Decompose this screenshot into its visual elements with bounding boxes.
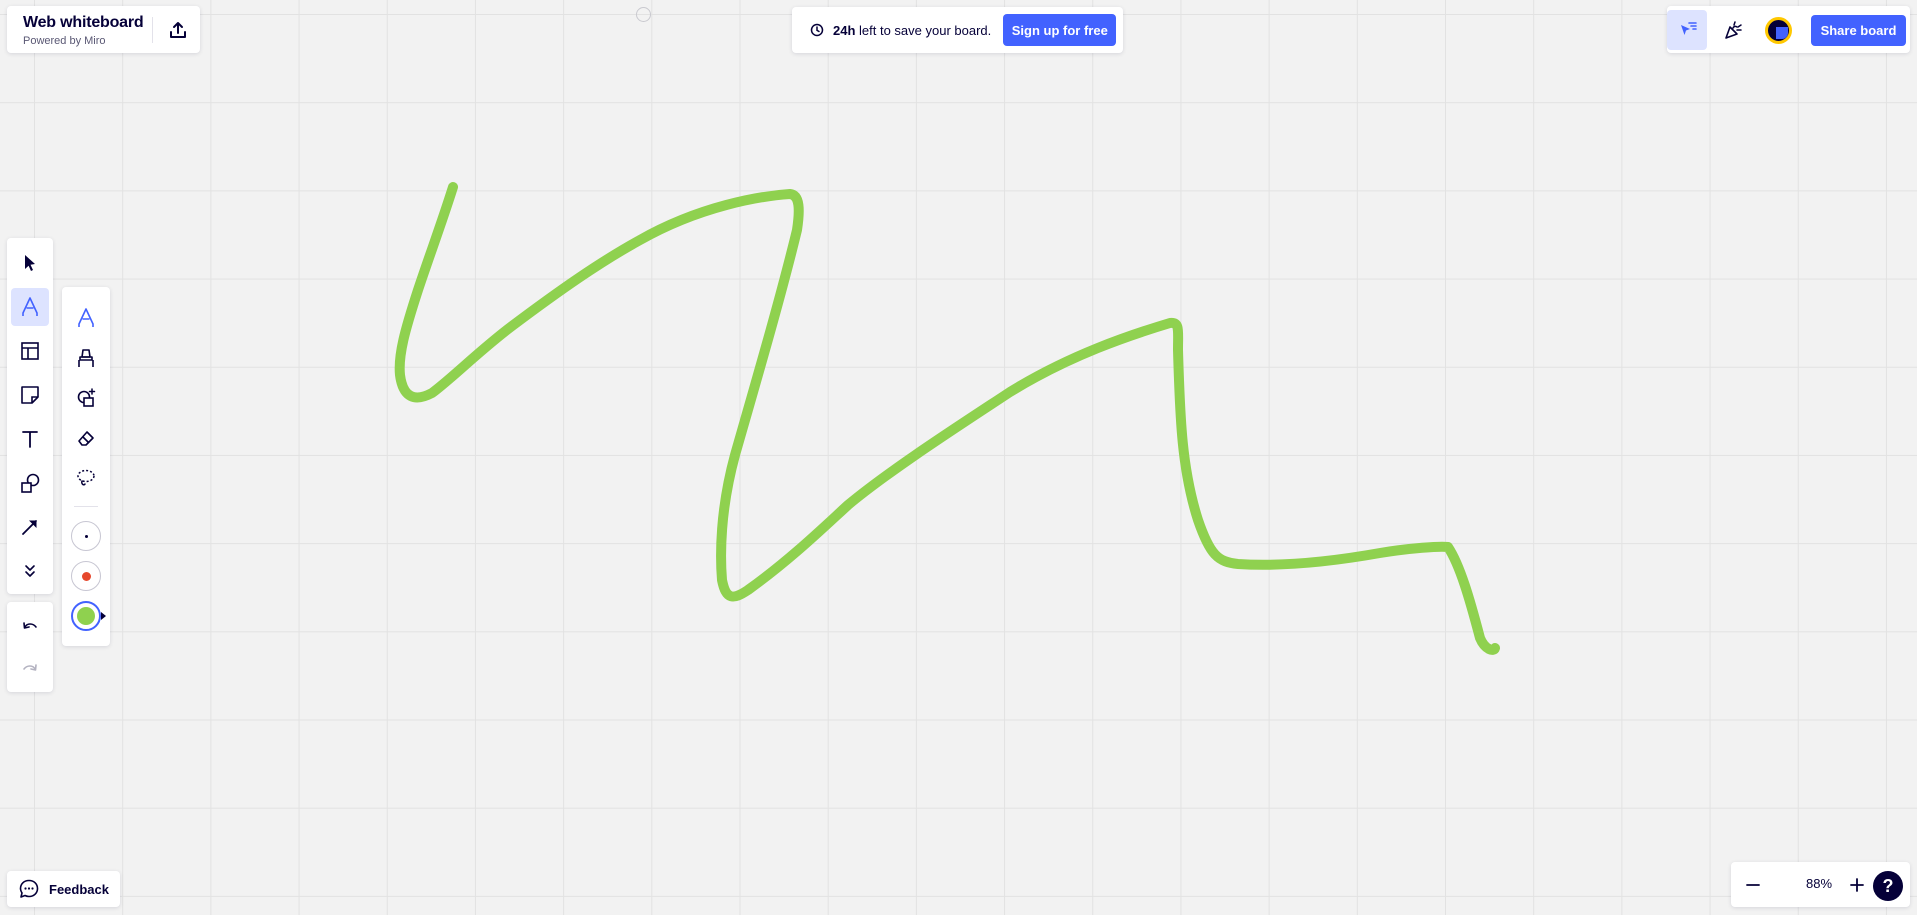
- sign-up-button[interactable]: Sign up for free: [1003, 14, 1117, 46]
- save-message: 24h left to save your board.: [833, 23, 991, 38]
- arrow-icon: [20, 517, 40, 537]
- pen-option[interactable]: [67, 299, 105, 337]
- feedback-icon: [18, 878, 40, 900]
- user-avatar[interactable]: [1765, 17, 1792, 44]
- highlighter-option[interactable]: [67, 339, 105, 377]
- zoom-out-button[interactable]: [1737, 869, 1769, 901]
- help-button[interactable]: ?: [1873, 871, 1903, 901]
- collaborator-cursor-ring: [636, 7, 651, 22]
- celebrate-button[interactable]: [1713, 10, 1753, 50]
- smart-drawing-option[interactable]: [67, 379, 105, 417]
- pen-tool[interactable]: [11, 288, 49, 326]
- shapes-tool[interactable]: [11, 464, 49, 502]
- export-button[interactable]: [163, 15, 193, 45]
- top-right-panel: Share board: [1667, 6, 1910, 53]
- powered-by-label: Powered by Miro: [23, 35, 106, 47]
- select-cursor-icon: [20, 253, 40, 273]
- undo-redo-panel: [7, 602, 53, 692]
- zoom-level[interactable]: 88%: [1795, 876, 1843, 891]
- time-left: 24h: [833, 22, 856, 38]
- save-board-banner: 24h left to save your board. Sign up for…: [792, 7, 1123, 53]
- green-color-dot: [77, 607, 95, 625]
- celebrate-icon: [1722, 19, 1744, 41]
- cursor-filter-icon: [1676, 19, 1698, 41]
- redo-button[interactable]: [11, 650, 49, 688]
- minus-icon: [1745, 877, 1761, 893]
- drawn-green-line: [394, 182, 1500, 655]
- eraser-option[interactable]: [67, 419, 105, 457]
- pen-icon: [76, 307, 96, 329]
- smart-drawing-icon: [75, 387, 97, 409]
- plus-icon: [1849, 877, 1865, 893]
- export-icon: [168, 20, 188, 40]
- chevron-double-down-icon: [22, 563, 38, 579]
- swatch-expand-icon: [100, 611, 108, 621]
- share-board-button[interactable]: Share board: [1811, 15, 1906, 46]
- eraser-icon: [75, 427, 97, 449]
- undo-icon: [20, 617, 40, 637]
- main-toolbar: [7, 238, 53, 594]
- board-name[interactable]: Web whiteboard: [23, 14, 144, 32]
- cursor-filter-button[interactable]: [1667, 10, 1707, 50]
- zoom-in-button[interactable]: [1841, 869, 1873, 901]
- templates-icon: [20, 341, 40, 361]
- save-message-text: left to save your board.: [855, 22, 992, 38]
- divider: [152, 17, 153, 43]
- text-tool[interactable]: [11, 420, 49, 458]
- undo-button[interactable]: [11, 608, 49, 646]
- green-color-swatch[interactable]: [71, 601, 101, 631]
- zoom-controls: 88% ?: [1731, 862, 1910, 907]
- red-color-swatch[interactable]: [71, 561, 101, 591]
- text-icon: [20, 429, 40, 449]
- red-color-dot: [81, 571, 91, 581]
- sticky-note-tool[interactable]: [11, 376, 49, 414]
- feedback-button[interactable]: Feedback: [7, 871, 120, 907]
- stroke-size-swatch[interactable]: [71, 521, 101, 551]
- freehand-stroke[interactable]: [0, 0, 1917, 915]
- more-tools-button[interactable]: [11, 552, 49, 590]
- highlighter-icon: [75, 347, 97, 369]
- select-tool[interactable]: [11, 244, 49, 282]
- dark-color-dot: [84, 534, 88, 538]
- panel-divider: [74, 506, 98, 507]
- templates-tool[interactable]: [11, 332, 49, 370]
- feedback-label: Feedback: [49, 881, 109, 897]
- redo-icon: [20, 659, 40, 679]
- board-title-panel: Web whiteboard Powered by Miro: [7, 6, 200, 53]
- pen-icon: [20, 296, 40, 318]
- connector-tool[interactable]: [11, 508, 49, 546]
- lasso-option[interactable]: [67, 459, 105, 497]
- shapes-icon: [19, 472, 41, 494]
- lasso-icon: [75, 467, 97, 489]
- sticky-note-icon: [20, 385, 40, 405]
- clock-icon: [810, 23, 824, 37]
- pen-options-panel: [62, 287, 110, 646]
